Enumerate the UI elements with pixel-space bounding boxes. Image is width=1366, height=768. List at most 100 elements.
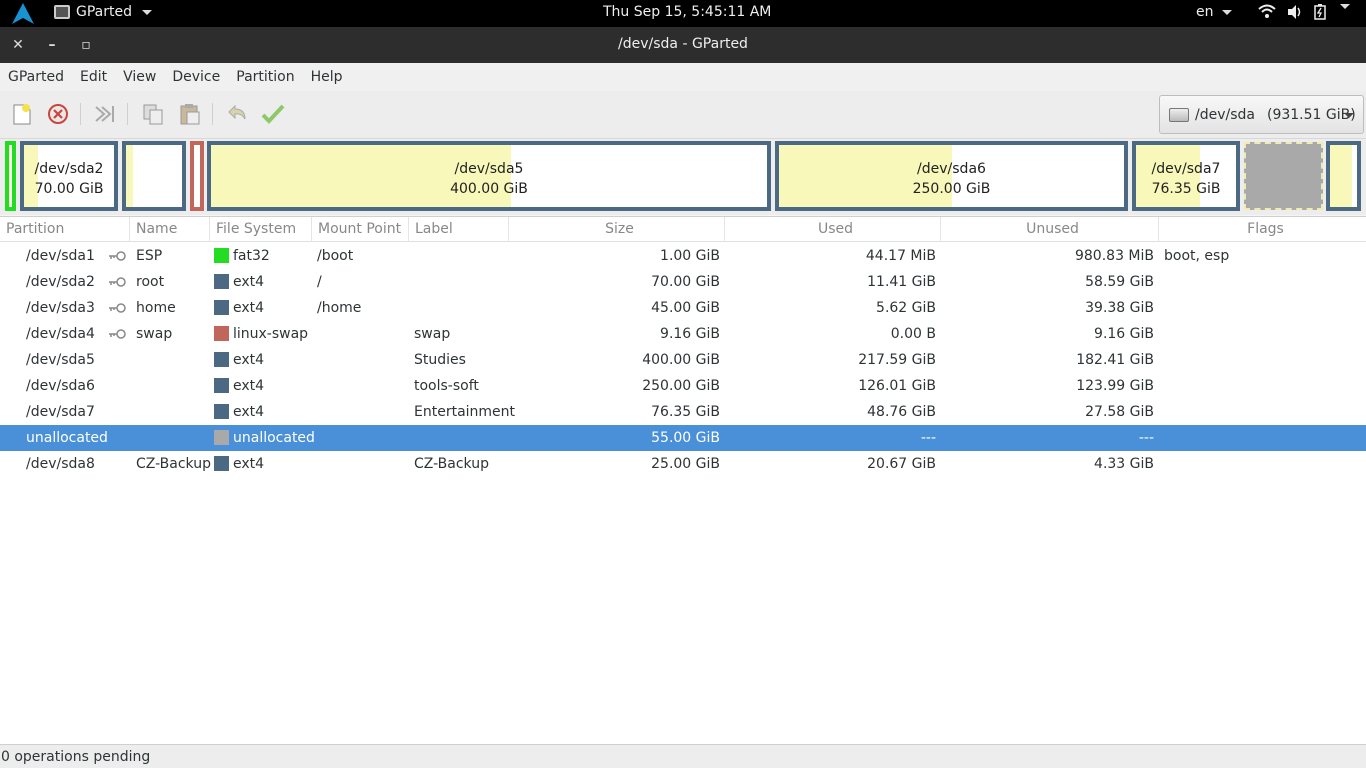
chevron-down-icon (1221, 9, 1232, 15)
device-size: (931.51 GiB) (1266, 106, 1356, 123)
filesystem-color-swatch (214, 404, 229, 419)
cell-unused: 4.33 GiB (1094, 456, 1154, 472)
column-size[interactable]: Size (509, 217, 725, 242)
toolbar-separator (80, 103, 81, 125)
paste-button[interactable] (177, 101, 203, 127)
cell-filesystem: unallocated (233, 430, 315, 446)
column-label[interactable]: Label (409, 217, 509, 242)
graph-partition-sda6[interactable]: /dev/sda6 250.00 GiB (775, 141, 1128, 211)
filesystem-color-swatch (214, 326, 229, 341)
cell-filesystem: ext4 (233, 378, 265, 394)
cell-label (414, 425, 510, 451)
cell-partition: /dev/sda1 (26, 248, 95, 264)
partition-table[interactable]: Partition Name File System Mount Point L… (0, 216, 1366, 745)
column-mount-point[interactable]: Mount Point (312, 217, 409, 242)
chevron-down-icon (142, 9, 152, 15)
cell-size: 1.00 GiB (660, 248, 720, 264)
cell-size: 55.00 GiB (651, 430, 720, 446)
cell-label: CZ-Backup (414, 456, 489, 472)
table-row[interactable]: /dev/sda2 root ext4 / 70.00 GiB 11.41 GiB 58.5… (0, 269, 1366, 295)
table-row[interactable]: /dev/sda4 swap linux-swap swap 9.16 GiB 0.00 … (0, 321, 1366, 347)
column-partition[interactable]: Partition (0, 217, 130, 242)
cell-flags (1164, 451, 1354, 477)
cell-partition: /dev/sda4 (26, 326, 95, 342)
graph-partition-sda8[interactable] (1326, 141, 1361, 211)
arch-logo-icon[interactable] (12, 3, 34, 24)
apply-icon (261, 104, 285, 124)
column-name[interactable]: Name (130, 217, 210, 242)
language-indicator[interactable]: en (1196, 4, 1232, 20)
cell-unused: 58.59 GiB (1085, 274, 1154, 290)
column-filesystem[interactable]: File System (210, 217, 312, 242)
graph-partition-sda3[interactable] (122, 141, 186, 211)
cell-filesystem: ext4 (233, 456, 265, 472)
filesystem-color-swatch (214, 430, 229, 445)
key-icon (109, 329, 126, 339)
cell-label (414, 269, 510, 295)
cell-partition: /dev/sda6 (26, 378, 95, 394)
cell-mount-point (317, 425, 409, 451)
system-tray[interactable] (1258, 4, 1350, 20)
column-unused[interactable]: Unused (941, 217, 1159, 242)
graph-partition-sda5[interactable]: /dev/sda5 400.00 GiB (207, 141, 771, 211)
table-row[interactable]: /dev/sda6 ext4 tools-soft 250.00 GiB 126.01 … (0, 373, 1366, 399)
graph-partition-sda2[interactable]: /dev/sda2 70.00 GiB (20, 141, 118, 211)
resize-icon (95, 106, 114, 122)
table-row[interactable]: /dev/sda8 CZ-Backup ext4 CZ-Backup 25.00 GiB… (0, 451, 1366, 477)
cell-flags (1164, 295, 1354, 321)
graph-sda2-size: 70.00 GiB (34, 181, 104, 197)
table-row[interactable]: unallocated unallocated 55.00 GiB --- --- (0, 425, 1366, 451)
table-row[interactable]: /dev/sda3 home ext4/home 45.00 GiB 5.62 GiB 3… (0, 295, 1366, 321)
graph-sda7-size: 76.35 GiB (1151, 181, 1221, 197)
device-selector[interactable]: /dev/sda (931.51 GiB) (1159, 95, 1364, 134)
cell-filesystem: fat32 (233, 248, 270, 264)
table-row[interactable]: /dev/sda7 ext4 Entertainment 76.35 GiB 48.76… (0, 399, 1366, 425)
cell-mount-point: /boot (317, 248, 354, 264)
resize-move-button[interactable] (92, 101, 118, 127)
cell-flags (1164, 425, 1354, 451)
table-row[interactable]: /dev/sda5 ext4 Studies 400.00 GiB 217.59 GiB… (0, 347, 1366, 373)
cell-name (136, 425, 210, 451)
menu-device[interactable]: Device (164, 63, 228, 91)
cell-filesystem: ext4 (233, 300, 265, 316)
wifi-icon (1258, 4, 1276, 18)
menu-help[interactable]: Help (303, 63, 351, 91)
copy-button[interactable] (140, 101, 166, 127)
cell-label: Studies (414, 352, 466, 368)
column-used[interactable]: Used (725, 217, 941, 242)
window-titlebar[interactable]: ✕ – ▫ /dev/sda - GParted (0, 27, 1366, 63)
menu-partition[interactable]: Partition (228, 63, 302, 91)
delete-partition-button[interactable] (45, 101, 71, 127)
cell-name: ESP (136, 248, 163, 264)
window-title: /dev/sda - GParted (618, 36, 748, 52)
cell-mount-point (317, 399, 409, 425)
column-flags[interactable]: Flags (1159, 217, 1366, 242)
menu-edit[interactable]: Edit (72, 63, 115, 91)
graph-unallocated[interactable] (1244, 142, 1323, 210)
new-partition-button[interactable] (9, 101, 35, 127)
table-row[interactable]: /dev/sda1 ESP fat32/boot 1.00 GiB 44.17 MiB 9… (0, 243, 1366, 269)
menu-view[interactable]: View (115, 63, 164, 91)
cell-partition: /dev/sda8 (26, 456, 95, 472)
filesystem-color-swatch (214, 378, 229, 393)
cell-mount-point (317, 373, 409, 399)
graph-partition-sda4[interactable] (190, 141, 204, 211)
cell-size: 45.00 GiB (651, 300, 720, 316)
app-menu[interactable]: GParted (54, 4, 152, 20)
status-bar: 0 operations pending (0, 745, 1366, 768)
filesystem-color-swatch (214, 456, 229, 471)
cell-name (136, 347, 210, 373)
clock[interactable]: Thu Sep 15, 5:45:11 AM (603, 4, 771, 20)
graph-partition-sda7[interactable]: /dev/sda7 76.35 GiB (1132, 141, 1240, 211)
cell-filesystem: linux-swap (233, 326, 309, 342)
cell-used: 44.17 MiB (865, 248, 936, 264)
chevron-down-icon (1344, 113, 1354, 118)
menu-gparted[interactable]: GParted (0, 63, 72, 91)
cell-unused: 123.99 GiB (1076, 378, 1154, 394)
undo-button[interactable] (224, 101, 250, 127)
apply-button[interactable] (260, 101, 286, 127)
cell-used: 126.01 GiB (858, 378, 936, 394)
graph-partition-sda1[interactable] (5, 141, 16, 211)
cell-mount-point: /home (317, 300, 362, 316)
filesystem-color-swatch (214, 248, 229, 263)
